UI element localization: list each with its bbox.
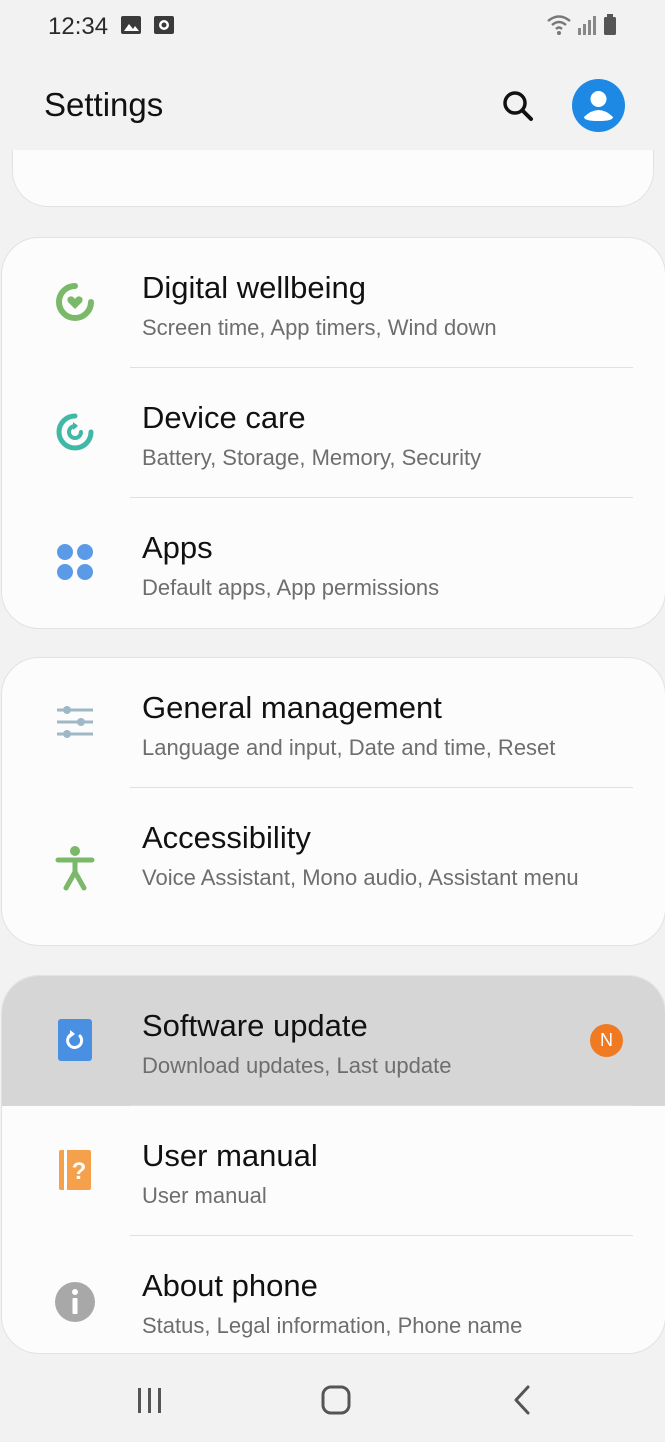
status-bar: 12:34: [0, 0, 665, 56]
setting-subtitle: Status, Legal information, Phone name: [142, 1313, 523, 1338]
setting-about-phone[interactable]: About phone Status, Legal information, P…: [2, 1236, 665, 1353]
setting-subtitle: Screen time, App timers, Wind down: [142, 315, 497, 340]
settings-group-1: Digital wellbeing Screen time, App timer…: [1, 237, 665, 629]
setting-title: User manual: [142, 1138, 318, 1173]
wifi-icon: [546, 14, 572, 41]
battery-icon: [603, 14, 617, 41]
software-update-icon: [51, 1016, 99, 1064]
back-icon: [492, 1385, 552, 1424]
search-icon: [496, 91, 540, 132]
setting-subtitle: Battery, Storage, Memory, Security: [142, 445, 482, 470]
settings-group-3: Software update Download updates, Last u…: [1, 975, 665, 1354]
home-button[interactable]: [306, 1380, 366, 1420]
setting-title: Device care: [142, 400, 306, 435]
page-title: Settings: [44, 86, 164, 123]
setting-device-care[interactable]: Device care Battery, Storage, Memory, Se…: [2, 368, 665, 498]
back-button[interactable]: [492, 1380, 552, 1420]
setting-subtitle: User manual: [142, 1183, 267, 1208]
setting-subtitle: Language and input, Date and time, Reset: [142, 735, 556, 760]
setting-subtitle: Download updates, Last update: [142, 1053, 452, 1078]
setting-title: Digital wellbeing: [142, 270, 367, 305]
settings-group-2: General management Language and input, D…: [1, 657, 665, 946]
search-button[interactable]: [496, 84, 540, 128]
home-icon: [306, 1385, 366, 1424]
navigation-bar: [0, 1362, 665, 1442]
recent-apps-button[interactable]: [120, 1380, 180, 1420]
setting-subtitle: Voice Assistant, Mono audio, Assistant m…: [142, 865, 579, 890]
setting-digital-wellbeing[interactable]: Digital wellbeing Screen time, App timer…: [2, 238, 665, 368]
setting-apps[interactable]: Apps Default apps, App permissions: [2, 498, 665, 628]
recent-apps-icon: [120, 1388, 180, 1424]
account-icon: [572, 79, 625, 136]
setting-title: Software update: [142, 1008, 368, 1043]
signal-icon: [576, 14, 598, 41]
user-manual-icon: ?: [51, 1146, 99, 1194]
setting-subtitle: Default apps, App permissions: [142, 575, 440, 600]
setting-title: Accessibility: [142, 820, 311, 855]
accessibility-icon: [51, 844, 99, 892]
sliders-icon: [51, 698, 99, 746]
setting-accessibility[interactable]: Accessibility Voice Assistant, Mono audi…: [2, 788, 665, 945]
digital-wellbeing-icon: [51, 278, 99, 326]
status-time: 12:34: [48, 13, 109, 40]
setting-general-management[interactable]: General management Language and input, D…: [2, 658, 665, 788]
svg-text:?: ?: [72, 1158, 87, 1185]
setting-title: About phone: [142, 1268, 318, 1303]
setting-software-update[interactable]: Software update Download updates, Last u…: [2, 976, 665, 1106]
new-badge: N: [590, 1024, 623, 1057]
device-care-icon: [51, 408, 99, 456]
info-icon: [51, 1278, 99, 1326]
setting-user-manual[interactable]: ? User manual User manual: [2, 1106, 665, 1236]
apps-icon: [51, 538, 99, 586]
setting-title: General management: [142, 690, 442, 725]
recorder-icon: [153, 14, 175, 41]
scrolled-card: [12, 150, 654, 207]
image-icon: [120, 14, 142, 41]
account-button[interactable]: [572, 79, 625, 132]
setting-title: Apps: [142, 530, 213, 565]
